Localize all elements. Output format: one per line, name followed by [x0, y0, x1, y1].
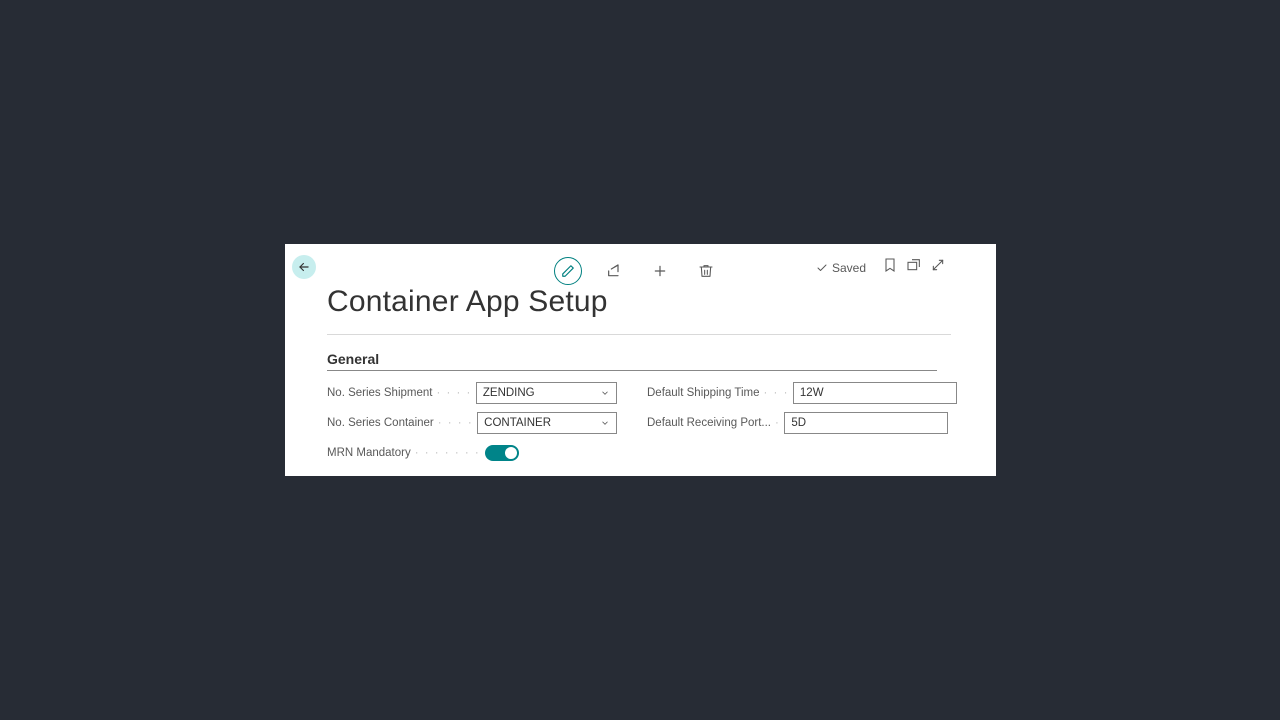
section-general-header[interactable]: General [327, 351, 379, 367]
no-series-shipment-label: No. Series Shipment [327, 387, 432, 399]
new-button[interactable] [637, 257, 683, 285]
chevron-down-icon [600, 388, 610, 398]
form-row: MRN Mandatory · · · · · · · [327, 442, 937, 464]
toggle-knob [505, 447, 517, 459]
dots: · · · [760, 387, 793, 399]
mrn-mandatory-label: MRN Mandatory [327, 447, 411, 459]
section-divider [327, 370, 937, 371]
popout-button[interactable] [906, 257, 922, 273]
no-series-container-label: No. Series Container [327, 417, 434, 429]
expand-button[interactable] [930, 257, 946, 273]
window-actions [882, 257, 946, 273]
arrow-left-icon [297, 260, 311, 274]
back-button[interactable] [292, 255, 316, 279]
form-row: No. Series Container · · · · CONTAINER D… [327, 412, 937, 434]
dots: · · · · [434, 417, 477, 429]
dots: · · · · · · · [411, 447, 484, 459]
chevron-down-icon [600, 418, 610, 428]
no-series-shipment-dropdown[interactable]: ZENDING [476, 382, 617, 404]
default-shipping-time-input[interactable] [793, 382, 957, 404]
trash-icon [698, 263, 714, 279]
general-form: No. Series Shipment · · · · ZENDING Defa… [327, 382, 937, 472]
expand-icon [930, 257, 946, 273]
no-series-shipment-value: ZENDING [483, 387, 535, 399]
pencil-icon [561, 264, 575, 278]
default-receiving-port-label: Default Receiving Port... [647, 417, 771, 429]
dots: · [771, 417, 784, 429]
plus-icon [652, 263, 668, 279]
popout-icon [906, 257, 922, 273]
check-icon [816, 262, 828, 274]
form-row: No. Series Shipment · · · · ZENDING Defa… [327, 382, 937, 404]
default-receiving-port-input[interactable] [784, 412, 948, 434]
no-series-container-value: CONTAINER [484, 417, 551, 429]
default-shipping-time-label: Default Shipping Time [647, 387, 760, 399]
share-button[interactable] [591, 257, 637, 285]
mrn-mandatory-toggle[interactable] [485, 445, 519, 461]
bookmark-button[interactable] [882, 257, 898, 273]
saved-status: Saved [816, 261, 866, 275]
saved-label: Saved [832, 261, 866, 275]
toolbar [545, 257, 729, 285]
bookmark-icon [882, 257, 898, 273]
no-series-container-dropdown[interactable]: CONTAINER [477, 412, 617, 434]
setup-panel: Saved Container App Setup General No. Se… [285, 244, 996, 476]
page-title: Container App Setup [327, 285, 608, 319]
share-icon [606, 263, 622, 279]
title-divider [327, 334, 951, 335]
edit-button[interactable] [545, 257, 591, 285]
delete-button[interactable] [683, 257, 729, 285]
dots: · · · · [432, 387, 475, 399]
